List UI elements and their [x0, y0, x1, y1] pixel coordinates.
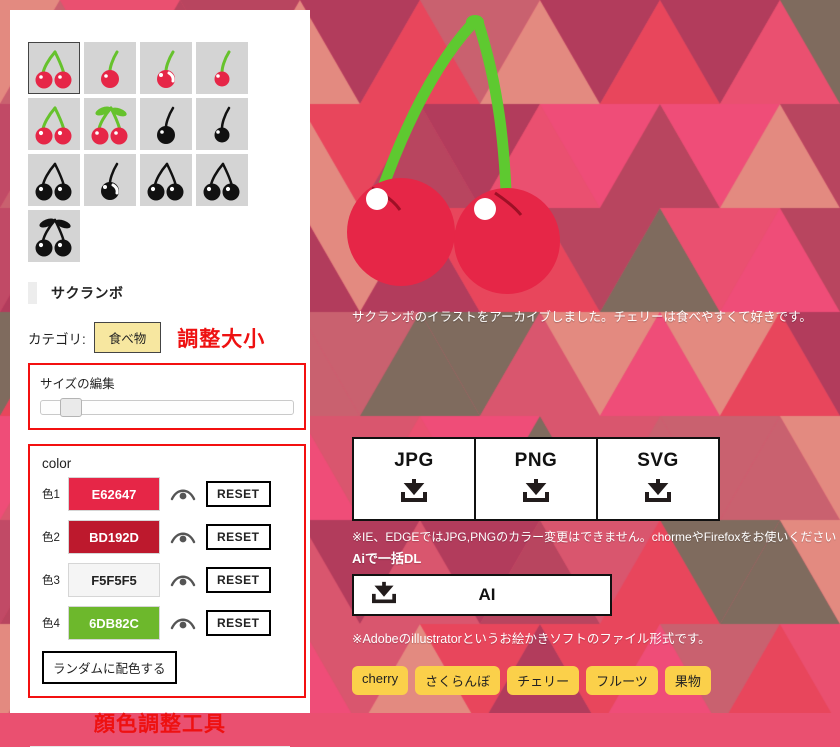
page-title: サクランボ	[51, 285, 124, 301]
tag-5[interactable]: 果物	[664, 666, 711, 695]
editor-panel: サクランボ カテゴリ: 食べ物 調整大小 サイズの編集 color 色1 E626…	[10, 10, 310, 747]
download-svg-label: SVG	[637, 449, 679, 471]
thumb-cherry-pair-black-2[interactable]	[140, 154, 192, 206]
thumb-cherry-single-red-small[interactable]	[196, 42, 248, 94]
thumb-cherry-pair-red-leaves[interactable]	[84, 98, 136, 150]
color-index-label: 色2	[42, 532, 60, 544]
annotation-size-label: 調整大小	[177, 327, 266, 351]
tag-4[interactable]: フルーツ	[586, 666, 658, 695]
download-icon	[370, 581, 398, 610]
size-slider[interactable]	[40, 398, 294, 417]
color-swatch-2[interactable]: BD192D	[68, 520, 160, 554]
color-index-label: 色1	[42, 489, 60, 501]
eye-icon[interactable]	[160, 487, 206, 501]
thumb-cherry-single-black[interactable]	[140, 98, 192, 150]
ai-format-note: ※Adobeのillustratorというお絵かきソフトのファイル形式です。	[352, 632, 711, 646]
color-swatch-3[interactable]: F5F5F5	[68, 563, 160, 597]
size-slider-thumb[interactable]	[60, 398, 82, 417]
color-index-label: 色3	[42, 575, 60, 587]
reset-color-button-4[interactable]: RESET	[206, 610, 271, 636]
color-row-4: 色4 6DB82C RESET	[42, 606, 294, 640]
download-format-buttons: JPG PNG SVG	[352, 437, 720, 521]
reset-color-button-1[interactable]: RESET	[206, 481, 271, 507]
eye-icon[interactable]	[160, 616, 206, 630]
color-swatch-1[interactable]: E62647	[68, 477, 160, 511]
tag-3[interactable]: チェリー	[507, 666, 580, 695]
thumbnail-grid[interactable]	[28, 42, 296, 262]
thumb-cherry-single-red-gloss[interactable]	[140, 42, 192, 94]
thumb-cherry-single-black-thin[interactable]	[196, 98, 248, 150]
eye-icon[interactable]	[160, 573, 206, 587]
download-ai-label: AI	[478, 585, 496, 604]
color-row-1: 色1 E62647 RESET	[42, 477, 294, 511]
thumb-cherry-pair-red-gloss[interactable]	[28, 98, 80, 150]
random-colorize-button[interactable]: ランダムに配色する	[42, 651, 177, 684]
download-jpg-button[interactable]: JPG	[352, 437, 476, 521]
thumb-cherry-pair-black-leaves[interactable]	[28, 210, 80, 262]
eye-icon[interactable]	[160, 530, 206, 544]
size-section-label: サイズの編集	[40, 377, 115, 391]
tag-list: cherry さくらんぼ チェリー フルーツ 果物	[352, 666, 711, 695]
download-icon	[399, 478, 429, 509]
hero-caption: サクランボのイラストをアーカイブしました。チェリーは食べやすくて好きです。	[352, 310, 812, 324]
color-swatch-4[interactable]: 6DB82C	[68, 606, 160, 640]
color-edit-section: color 色1 E62647 RESET 色2 BD192D RESET 色3 F5F5F5…	[28, 444, 306, 698]
content-area: サクランボのイラストをアーカイブしました。チェリーは食べやすくて好きです。 JP…	[310, 0, 840, 713]
thumb-cherry-pair-black-gloss[interactable]	[196, 154, 248, 206]
illustration-title-row: サクランボ	[28, 282, 294, 304]
thumb-cherry-pair-red-stems[interactable]	[28, 42, 80, 94]
reset-color-button-2[interactable]: RESET	[206, 524, 271, 550]
download-icon	[643, 478, 673, 509]
download-svg-button[interactable]: SVG	[596, 437, 720, 521]
category-row: カテゴリ: 食べ物 調整大小	[28, 322, 294, 353]
color-row-2: 色2 BD192D RESET	[42, 520, 294, 554]
size-edit-section: サイズの編集	[28, 363, 306, 430]
ai-bulk-download-heading: Aiで一括DL	[352, 551, 422, 566]
tag-2[interactable]: さくらんぼ	[415, 666, 501, 695]
color-index-label: 色4	[42, 618, 60, 630]
color-section-label: color	[42, 456, 72, 471]
tag-1[interactable]: cherry	[352, 666, 409, 695]
download-ai-button[interactable]: AI	[352, 574, 612, 616]
category-button[interactable]: 食べ物	[93, 322, 162, 353]
category-label: カテゴリ:	[28, 331, 86, 347]
browser-warning-note: ※IE、EDGEではJPG,PNGのカラー変更はできません。chormeやFir…	[352, 530, 837, 544]
thumb-cherry-single-black-dot[interactable]	[84, 154, 136, 206]
download-png-label: PNG	[514, 449, 558, 471]
thumb-cherry-pair-black[interactable]	[28, 154, 80, 206]
title-accent-bar	[28, 282, 37, 304]
download-jpg-label: JPG	[394, 449, 434, 471]
download-icon	[521, 478, 551, 509]
reset-color-button-3[interactable]: RESET	[206, 567, 271, 593]
thumb-cherry-single-red[interactable]	[84, 42, 136, 94]
download-png-button[interactable]: PNG	[474, 437, 598, 521]
color-row-3: 色3 F5F5F5 RESET	[42, 563, 294, 597]
